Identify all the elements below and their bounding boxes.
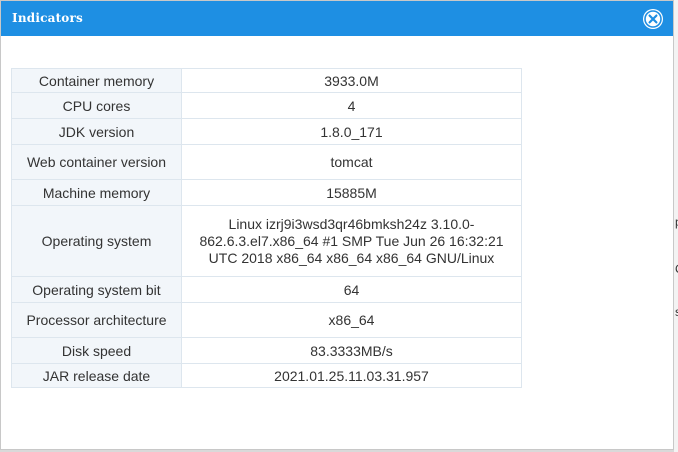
dialog-content: Container memory 3933.0M CPU cores 4 JDK… [11,68,522,388]
row-value: 2021.01.25.11.03.31.957 [181,363,522,388]
row-label: Operating system bit [11,276,182,303]
close-icon [644,10,662,28]
close-button[interactable] [643,9,663,29]
row-label: Disk speed [11,337,182,364]
row-label: Container memory [11,68,182,93]
row-label: Machine memory [11,179,182,206]
table-row: CPU cores 4 [11,92,522,119]
row-value: tomcat [181,144,522,180]
indicators-table: Container memory 3933.0M CPU cores 4 JDK… [11,68,522,388]
row-label: JDK version [11,118,182,145]
table-row: Processor architecture x86_64 [11,302,522,338]
row-value: 83.3333MB/s [181,337,522,364]
table-row: Machine memory 15885M [11,179,522,206]
row-label: JAR release date [11,363,182,388]
row-label: CPU cores [11,92,182,119]
table-row: JAR release date 2021.01.25.11.03.31.957 [11,363,522,388]
row-label: Web container version [11,144,182,180]
table-row: Container memory 3933.0M [11,68,522,93]
indicators-dialog: Indicators Container memory 3933.0M CPU … [0,0,674,450]
row-value: 4 [181,92,522,119]
row-value: 64 [181,276,522,303]
row-value: 1.8.0_171 [181,118,522,145]
row-value: 15885M [181,179,522,206]
row-value: Linux izrj9i3wsd3qr46bmksh24z 3.10.0-862… [181,205,522,277]
row-label: Processor architecture [11,302,182,338]
table-row: Operating system bit 64 [11,276,522,303]
table-row: Disk speed 83.3333MB/s [11,337,522,364]
table-row: Operating system Linux izrj9i3wsd3qr46bm… [11,205,522,277]
row-label: Operating system [11,205,182,277]
table-row: JDK version 1.8.0_171 [11,118,522,145]
table-row: Web container version tomcat [11,144,522,180]
row-value: 3933.0M [181,68,522,93]
row-value: x86_64 [181,302,522,338]
dialog-title: Indicators [12,11,83,25]
dialog-titlebar[interactable]: Indicators [1,1,673,36]
